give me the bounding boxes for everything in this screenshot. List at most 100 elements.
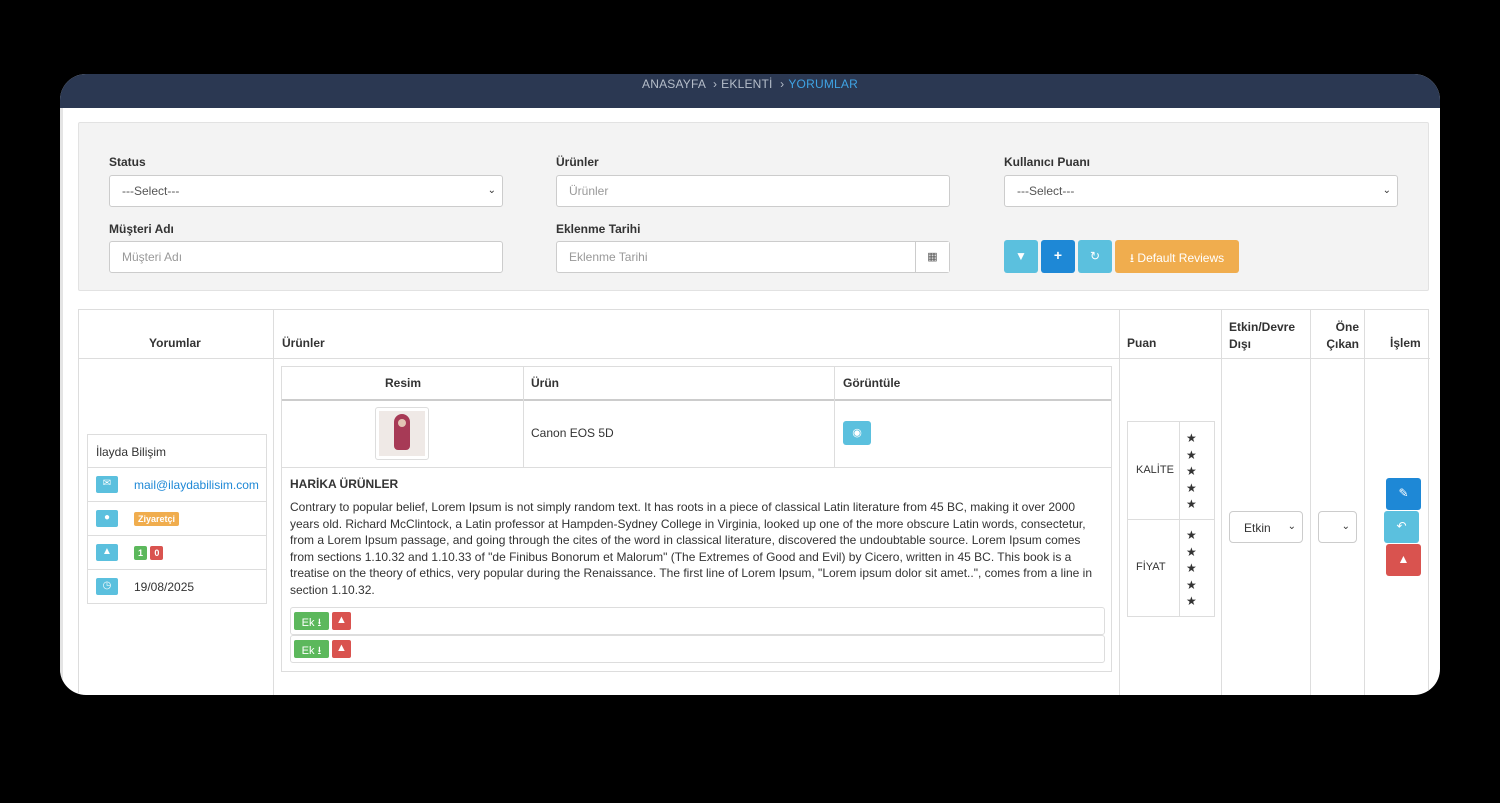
customer-role-row: ● Ziyaretçi (88, 501, 266, 535)
featured-select[interactable]: ⌄ (1318, 511, 1357, 543)
customer-date-row: ◷ 19/08/2025 (88, 569, 266, 603)
default-reviews-button[interactable]: ⭳ Default Reviews (1115, 240, 1239, 273)
rating-quality-stars: ★ ★ ★ ★ ★ (1186, 431, 1197, 511)
thumbs-up-icon: ▲ (96, 544, 118, 561)
calendar-icon[interactable]: ▦ (915, 242, 949, 272)
attachment-delete-button[interactable]: ▲ (332, 640, 351, 658)
attachment-delete-button[interactable]: ▲ (332, 612, 351, 630)
status-label: Status (109, 155, 146, 169)
chevron-down-icon: ⌄ (1287, 521, 1296, 532)
plus-icon: + (1053, 247, 1063, 263)
refresh-button[interactable]: ↻ (1078, 240, 1112, 273)
breadcrumb-separator: › (780, 77, 785, 91)
product-header-divider (282, 399, 1111, 401)
download-icon: ⭳ (317, 617, 322, 629)
role-badge: Ziyaretçi (134, 512, 180, 526)
breadcrumb-home[interactable]: ANASAYFA (642, 77, 705, 91)
customer-name: İlayda Bilişim (96, 445, 167, 459)
filter-button[interactable]: ▼ (1004, 240, 1038, 273)
review-date: 19/08/2025 (134, 580, 195, 594)
user-rating-select[interactable]: ---Select--- ⌄ (1004, 175, 1398, 207)
header-enabled: Etkin/Devre Dışı (1229, 320, 1296, 351)
likes-badge: 1 (134, 546, 148, 560)
reviews-table: Yorumlar Ürünler Puan Etkin/Devre Dışı Ö… (78, 309, 1430, 695)
add-button[interactable]: + (1041, 240, 1075, 273)
col-divider (1310, 310, 1311, 695)
dislikes-badge: 0 (150, 546, 164, 560)
product-header-view: Görüntüle (843, 376, 901, 390)
product-row-divider (282, 467, 1111, 468)
review-text: Contrary to popular belief, Lorem Ipsum … (290, 500, 1093, 597)
col-divider (1221, 310, 1222, 695)
attachment-download-button[interactable]: Ek ⭳ (294, 612, 329, 630)
date-added-input[interactable]: Eklenme Tarihi ▦ (556, 241, 950, 273)
user-rating-label: Kullanıcı Puanı (1004, 155, 1091, 169)
col-divider (1119, 310, 1120, 695)
edit-button[interactable]: ✎ (1386, 478, 1421, 510)
reply-button[interactable]: ↶ (1384, 511, 1419, 543)
app-frame: ANASAYFA › EKLENTİ › YORUMLAR Status ---Se… (60, 74, 1440, 695)
rating-quality-label: KALİTE (1136, 464, 1174, 476)
product-name: Canon EOS 5D (531, 426, 614, 440)
enabled-select[interactable]: Etkin ⌄ (1229, 511, 1303, 543)
product-header-image: Resim (385, 376, 422, 390)
attachment-row: Ek ⭳ ▲ (290, 635, 1105, 663)
header-reviews: Yorumlar (149, 336, 201, 350)
header-divider (79, 358, 1430, 359)
trash-icon: ▲ (336, 614, 347, 626)
product-thumbnail (379, 411, 425, 456)
refresh-icon: ↻ (1089, 249, 1101, 263)
envelope-icon: ✉ (96, 476, 118, 493)
product-col-divider (834, 367, 835, 468)
download-icon: ⭳ (317, 645, 322, 657)
pencil-icon: ✎ (1398, 486, 1409, 500)
header-actions: İşlem (1390, 336, 1421, 350)
customer-votes-row: ▲ 1 0 (88, 535, 266, 569)
date-added-label: Eklenme Tarihi (556, 222, 641, 236)
product-col-divider (523, 367, 524, 468)
attachment-label: Ek (301, 645, 315, 657)
view-product-button[interactable]: ◉ (843, 421, 871, 445)
trash-icon: ▲ (336, 642, 347, 654)
breadcrumb-extension[interactable]: EKLENTİ (721, 77, 772, 91)
chevron-down-icon: ⌄ (487, 185, 496, 196)
status-select[interactable]: ---Select--- ⌄ (109, 175, 503, 207)
sidebar-edge (60, 108, 63, 695)
chevron-down-icon: ⌄ (1341, 521, 1350, 532)
user-rating-select-value: ---Select--- (1017, 184, 1075, 198)
attachment-download-button[interactable]: Ek ⭳ (294, 640, 329, 658)
col-divider (273, 310, 274, 695)
breadcrumb-current: YORUMLAR (788, 77, 858, 91)
col-divider (1364, 310, 1365, 695)
customer-card: İlayda Bilişim ✉ mail@ilaydabilisim.com … (87, 434, 267, 604)
rating-box: KALİTE ★ ★ ★ ★ ★ FİYAT ★ ★ ★ ★ ★ (1127, 421, 1215, 617)
customer-name-input[interactable]: Müşteri Adı (109, 241, 503, 273)
products-label: Ürünler (556, 155, 599, 169)
review-title: HARİKA ÜRÜNLER (290, 477, 399, 491)
product-image[interactable] (375, 407, 429, 460)
date-added-placeholder: Eklenme Tarihi (569, 250, 648, 264)
product-review-panel: Resim Ürün Görüntüle Canon EOS 5D ◉ HARİ… (281, 366, 1112, 672)
header-featured: Öne Çıkan (1326, 320, 1359, 351)
filter-icon: ▼ (1015, 249, 1027, 263)
status-select-value: ---Select--- (122, 184, 180, 198)
customer-email[interactable]: mail@ilaydabilisim.com (134, 478, 259, 492)
rating-divider (1128, 519, 1214, 520)
attachment-label: Ek (301, 617, 315, 629)
breadcrumb: ANASAYFA › EKLENTİ › YORUMLAR (60, 74, 1440, 108)
products-input[interactable]: Ürünler (556, 175, 950, 207)
customer-name-label: Müşteri Adı (109, 222, 174, 236)
trash-icon: ▲ (1397, 552, 1410, 566)
customer-email-row: ✉ mail@ilaydabilisim.com (88, 467, 266, 501)
user-icon: ● (96, 510, 118, 527)
header-products: Ürünler (282, 336, 325, 350)
default-reviews-label: Default Reviews (1137, 251, 1225, 265)
delete-button[interactable]: ▲ (1386, 544, 1421, 576)
filter-panel: Status ---Select--- ⌄ Ürünler Ürünler Ku… (78, 122, 1429, 291)
attachment-row: Ek ⭳ ▲ (290, 607, 1105, 635)
breadcrumb-separator: › (712, 77, 718, 91)
reply-icon: ↶ (1396, 519, 1407, 533)
enabled-select-value: Etkin (1244, 521, 1271, 535)
rating-price-label: FİYAT (1136, 561, 1166, 573)
chevron-down-icon: ⌄ (1382, 185, 1391, 196)
